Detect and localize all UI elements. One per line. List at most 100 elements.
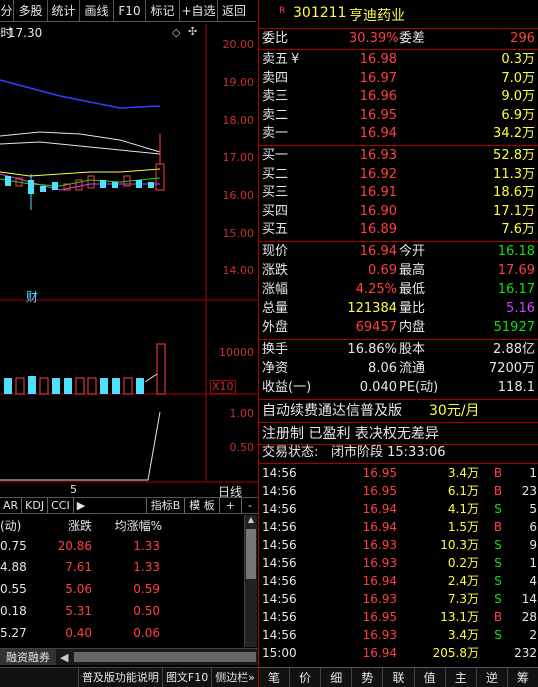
nav-link[interactable]: 联: [383, 668, 415, 687]
date-axis-label: 5: [70, 483, 77, 496]
col-header[interactable]: 涨跌: [24, 517, 92, 537]
promo-banner[interactable]: 自动续费通达信普及版 30元/月: [259, 401, 538, 420]
finance-marker[interactable]: 财: [26, 288, 38, 305]
nav-chips[interactable]: 筹: [508, 668, 538, 687]
tick-v: 4.1万: [447, 502, 479, 516]
tick-row[interactable]: 14:56 16.94 2.4万 S 4: [259, 572, 538, 590]
stock-tags[interactable]: 注册制 已盈利 表决权无差异: [259, 424, 538, 443]
tick-row[interactable]: 14:56 16.93 0.2万 S 1: [259, 554, 538, 572]
tick-p: 16.93: [362, 538, 397, 552]
tick-n: 14: [521, 592, 537, 606]
nav-price[interactable]: 价: [290, 668, 322, 687]
tick-bs: B: [493, 520, 503, 534]
f10-link[interactable]: 图文F10: [161, 668, 211, 687]
tab-cci[interactable]: CCI: [48, 498, 74, 513]
scroll-up-icon[interactable]: ▲: [245, 515, 257, 527]
tick-row[interactable]: 14:56 16.95 6.1万 B 23: [259, 482, 538, 500]
tab-kdj[interactable]: KDJ: [22, 498, 49, 513]
tick-row[interactable]: 14:56 16.94 4.1万 S 5: [259, 500, 538, 518]
price-axis-label: 20.00: [222, 38, 255, 51]
tick-n: 9: [529, 538, 537, 552]
table-row[interactable]: 0.75 20.86 1.33: [0, 539, 246, 559]
tick-p: 16.95: [362, 466, 397, 480]
nav-value[interactable]: 值: [415, 668, 446, 687]
nav-trend[interactable]: 势: [352, 668, 384, 687]
quote-row: 外盘 69457 内盘 51927: [262, 320, 535, 335]
bid-row[interactable]: 买三 16.91 18.6万: [259, 184, 538, 203]
tick-row[interactable]: 14:56 16.94 1.5万 B 6: [259, 518, 538, 536]
stock-code: 301211: [293, 5, 347, 21]
bid-row[interactable]: 买五 16.89 7.6万: [259, 221, 538, 240]
toolbar-item-4[interactable]: F10: [114, 0, 146, 22]
tick-t: 14:56: [262, 628, 297, 642]
tab-margin-trading[interactable]: 融资融券: [0, 649, 56, 665]
trade-status: 交易状态: 闭市阶段 15:33:06: [262, 445, 446, 460]
plus-button[interactable]: +: [218, 498, 241, 513]
tick-row[interactable]: 14:56 16.95 3.4万 B 1: [259, 464, 538, 482]
tick-n: 2: [529, 628, 537, 642]
fund-row: 换手 16.86% 股本 2.88亿: [262, 342, 535, 357]
col-header[interactable]: 均涨幅%: [92, 517, 162, 537]
bid-row[interactable]: 买一 16.93 52.8万: [259, 147, 538, 166]
tick-v: 3.4万: [447, 466, 479, 480]
tick-row[interactable]: 14:56 16.93 7.3万 S 14: [259, 590, 538, 608]
scroll-thumb[interactable]: [246, 529, 256, 579]
price-axis-label: 19.00: [222, 76, 255, 89]
toolbar-item-3[interactable]: 画线: [80, 0, 114, 22]
tick-list[interactable]: 14:56 16.95 3.4万 B 1 14:56 16.95 6.1万 B 23 14:56 16…: [259, 464, 538, 664]
tab-indicator-b[interactable]: 指标B: [145, 498, 185, 513]
tick-v: 7.3万: [447, 592, 479, 606]
nav-reverse[interactable]: 逆: [477, 668, 508, 687]
sidebar-toggle[interactable]: 侧边栏»: [211, 668, 258, 687]
tick-v: 1.5万: [447, 520, 479, 534]
quote-row: 涨幅 4.25% 最低 16.17: [262, 282, 535, 297]
bid-row[interactable]: 买二 16.92 11.3万: [259, 166, 538, 185]
toolbar-item-0[interactable]: 分时: [0, 0, 14, 40]
chevron-right-icon[interactable]: ▶: [74, 498, 88, 513]
tick-p: 16.93: [362, 556, 397, 570]
horizontal-scrollbar[interactable]: [74, 652, 256, 662]
tab-ar[interactable]: AR: [0, 498, 23, 513]
quote-panel: R 301211 亨迪药业 委比 30.39% 委差 296 卖五 ¥16.98 0…: [258, 0, 538, 687]
tick-t: 14:56: [262, 502, 297, 516]
ask-row[interactable]: 卖四 16.97 7.0万: [259, 70, 538, 89]
toolbar-item-1[interactable]: 多股: [14, 0, 48, 22]
ranking-table: (动) 涨跌 均涨幅% 0.75 20.86 1.33 4.88 7.61 1.…: [0, 515, 258, 665]
nav-main[interactable]: 主: [446, 668, 477, 687]
tick-bs: S: [494, 592, 502, 606]
minus-button[interactable]: -: [241, 498, 258, 513]
toolbar-item-5[interactable]: 标记: [146, 0, 180, 22]
table-row[interactable]: 5.27 0.40 0.06: [0, 626, 246, 646]
ask-row[interactable]: 卖二 16.95 6.9万: [259, 107, 538, 126]
tick-row[interactable]: 14:56 16.93 10.3万 S 9: [259, 536, 538, 554]
tick-row[interactable]: 14:56 16.93 3.4万 S 2: [259, 626, 538, 644]
tick-row[interactable]: 14:56 16.95 13.1万 B 28: [259, 608, 538, 626]
table-row[interactable]: 0.18 5.31 0.50: [0, 604, 246, 624]
tick-row[interactable]: 15:00 16.94 205.8万 232: [259, 644, 538, 662]
price-axis-label: 17.00: [222, 151, 255, 164]
table-scrollbar[interactable]: ▲: [244, 515, 257, 647]
table-row[interactable]: 0.55 5.06 0.59: [0, 582, 246, 602]
fund-row: 净资 8.06 流通 7200万: [262, 361, 535, 376]
toolbar-item-2[interactable]: 统计: [48, 0, 80, 22]
status-bar: 普及版功能说明 图文F10 侧边栏»: [0, 667, 258, 687]
help-link[interactable]: 普及版功能说明: [77, 668, 162, 687]
toolbar-item-6[interactable]: +自选: [180, 0, 218, 22]
fund-row: 收益(一) 0.040 PE(动) 118.1: [262, 380, 535, 395]
tick-n: 28: [521, 610, 537, 624]
table-row[interactable]: 4.88 7.61 1.33: [0, 560, 246, 580]
price-axis-label: 15.00: [222, 227, 255, 240]
scroll-left-icon[interactable]: ◀: [56, 649, 72, 665]
tick-bs: S: [494, 574, 502, 588]
weibi-value: 30.39%: [349, 31, 399, 46]
ask-row[interactable]: 卖五 ¥16.98 0.3万: [259, 51, 538, 70]
col-header[interactable]: (动): [0, 517, 24, 537]
ask-row[interactable]: 卖三 16.96 9.0万: [259, 88, 538, 107]
tab-template[interactable]: 模 板: [184, 498, 219, 513]
toolbar-item-7[interactable]: 返回: [218, 0, 250, 22]
nav-tick[interactable]: 笔: [259, 668, 291, 687]
nav-detail[interactable]: 细: [321, 668, 353, 687]
ask-row[interactable]: 卖一 16.94 34.2万: [259, 125, 538, 144]
bid-row[interactable]: 买四 16.90 17.1万: [259, 203, 538, 222]
tick-n: 4: [529, 574, 537, 588]
